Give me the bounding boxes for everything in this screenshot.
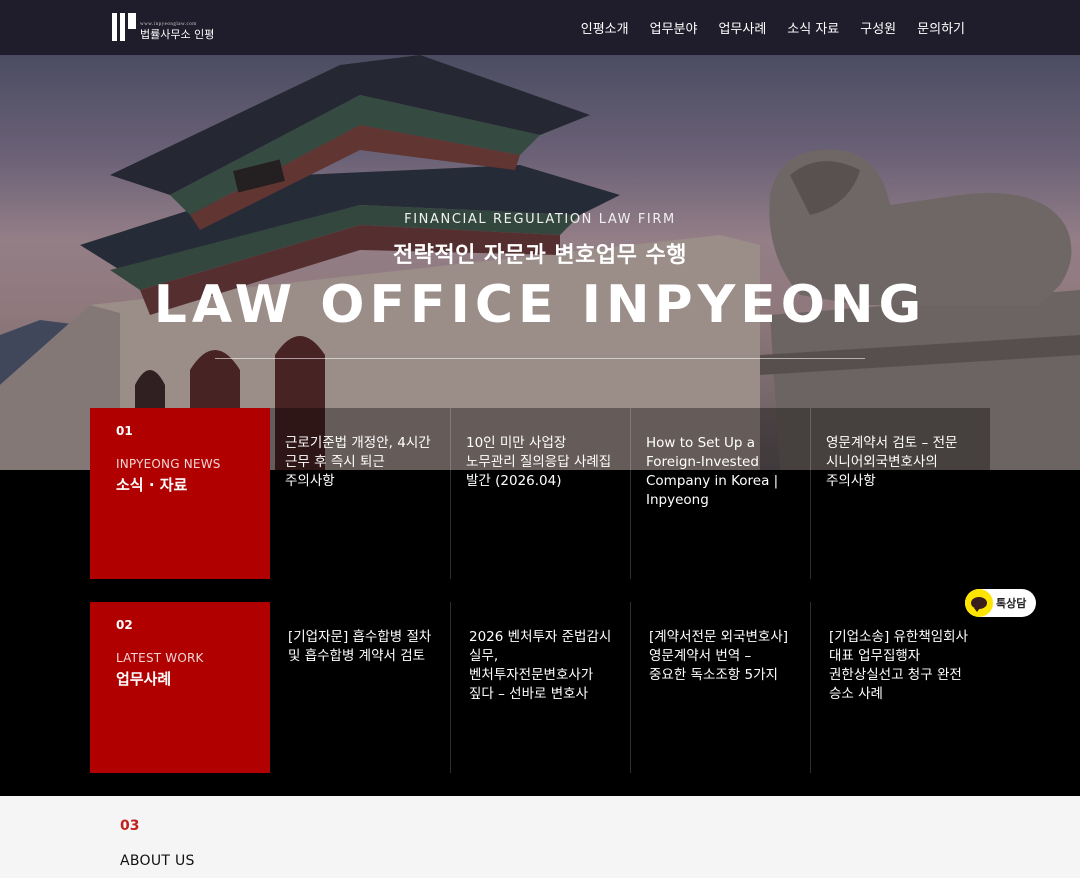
section-number: 01 <box>116 424 133 438</box>
news-card[interactable]: How to Set Up a Foreign-Invested Company… <box>630 408 810 579</box>
work-cards: [기업자문] 흡수합병 절차 및 흡수합병 계약서 검토 2026 벤처투자 준… <box>270 602 990 773</box>
news-label-box[interactable]: 01 INPYEONG NEWS 소식 · 자료 <box>90 408 270 579</box>
hero-divider <box>215 358 865 359</box>
about-section: 03 ABOUT US <box>0 796 1080 878</box>
logo[interactable]: www.inpyeonglaw.com 법률사무소 인평 <box>112 13 214 41</box>
nav-item-cases[interactable]: 업무사례 <box>718 18 766 37</box>
news-section: 01 INPYEONG NEWS 소식 · 자료 근로기준법 개정안, 4시간 … <box>90 408 990 579</box>
news-card[interactable]: 영문계약서 검토 – 전문 시니어외국변호사의 주의사항 <box>810 408 990 579</box>
work-label-box[interactable]: 02 LATEST WORK 업무사례 <box>90 602 270 773</box>
nav-item-contact[interactable]: 문의하기 <box>917 18 965 37</box>
section-label-ko: 업무사례 <box>116 670 172 688</box>
nav-item-news[interactable]: 소식 자료 <box>787 18 839 37</box>
hero-kicker: FINANCIAL REGULATION LAW FIRM <box>404 212 676 227</box>
section-label-ko: 소식 · 자료 <box>116 476 188 494</box>
work-card[interactable]: [계약서전문 외국변호사] 영문계약서 번역 – 중요한 독소조항 5가지 <box>630 602 810 773</box>
logo-url: www.inpyeonglaw.com <box>140 22 197 27</box>
news-card[interactable]: 근로기준법 개정안, 4시간 근무 후 즉시 퇴근 주의사항 <box>270 408 450 579</box>
kakao-chat-label: 톡상담 <box>996 597 1027 610</box>
nav-item-about[interactable]: 인평소개 <box>581 18 629 37</box>
section-label-en: LATEST WORK <box>116 651 204 665</box>
logo-name: 법률사무소 인평 <box>140 28 215 41</box>
nav-item-practice-areas[interactable]: 업무분야 <box>650 18 698 37</box>
section-label-en: INPYEONG NEWS <box>116 457 221 471</box>
site-header: www.inpyeonglaw.com 법률사무소 인평 인평소개 업무분야 업… <box>0 0 1080 55</box>
hero-subtitle: 전략적인 자문과 변호업무 수행 <box>392 243 688 268</box>
hero-title: LAW OFFICE INPYEONG <box>153 275 927 335</box>
nav-item-members[interactable]: 구성원 <box>860 18 896 37</box>
about-title: ABOUT US <box>120 853 195 869</box>
work-card[interactable]: [기업자문] 흡수합병 절차 및 흡수합병 계약서 검토 <box>270 602 450 773</box>
work-card[interactable]: [기업소송] 유한책임회사 대표 업무집행자 권한상실선고 청구 완전 승소 사… <box>810 602 990 773</box>
main-nav: 인평소개 업무분야 업무사례 소식 자료 구성원 문의하기 <box>581 0 965 55</box>
news-card[interactable]: 10인 미만 사업장 노무관리 질의응답 사례집 발간 (2026.04) <box>450 408 630 579</box>
logo-mark-icon <box>112 13 136 41</box>
kakao-talk-icon <box>965 589 993 617</box>
work-card[interactable]: 2026 벤처투자 준법감시 실무, 벤처투자전문변호사가 짚다 – 선바로 변… <box>450 602 630 773</box>
work-section: 02 LATEST WORK 업무사례 [기업자문] 흡수합병 절차 및 흡수합… <box>90 602 990 773</box>
kakao-chat-button[interactable]: 톡상담 <box>965 589 1036 617</box>
news-cards: 근로기준법 개정안, 4시간 근무 후 즉시 퇴근 주의사항 10인 미만 사업… <box>270 408 990 579</box>
section-number: 02 <box>116 618 133 632</box>
section-number: 03 <box>120 818 140 834</box>
